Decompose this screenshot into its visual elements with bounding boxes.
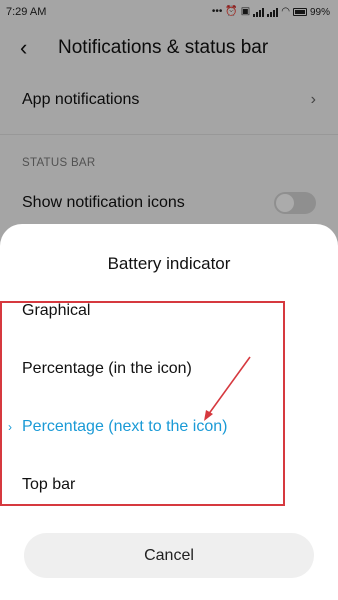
- cancel-button[interactable]: Cancel: [24, 533, 314, 578]
- annotation-arrow-icon: [204, 356, 251, 421]
